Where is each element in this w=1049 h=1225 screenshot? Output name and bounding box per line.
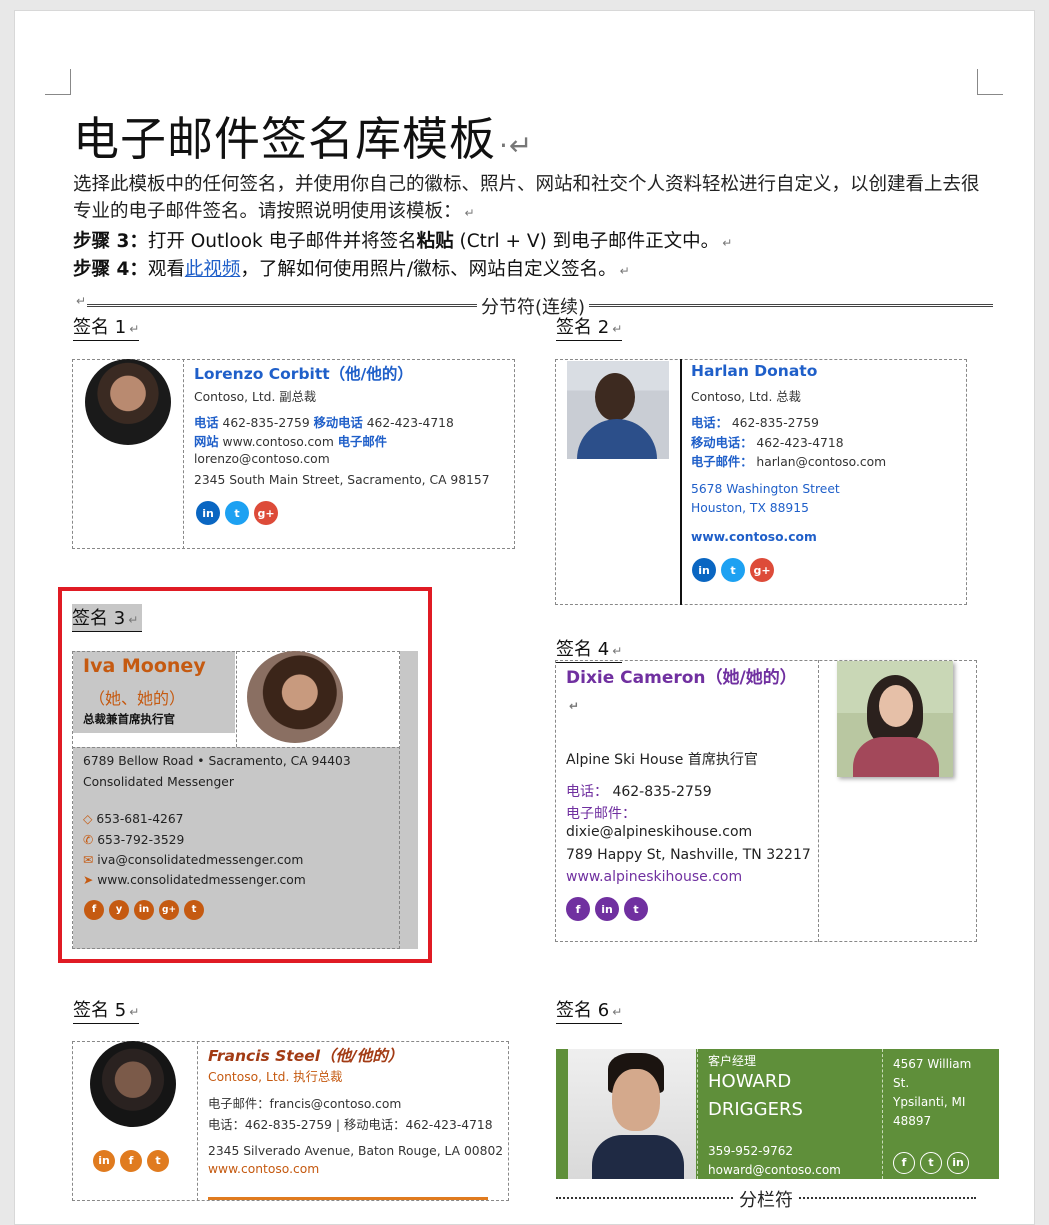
lorenzo-photo: [85, 359, 171, 445]
sig6-address: 4567 William St. Ypsilanti, MI 48897: [893, 1057, 972, 1128]
margin-corner-mark: [977, 69, 1003, 95]
sig4-email-label: 电子邮件：: [566, 806, 636, 822]
twitter-icon[interactable]: t: [721, 558, 745, 582]
twitter-icon[interactable]: t: [147, 1149, 169, 1172]
sig6-role: 客户经理: [708, 1054, 757, 1068]
signature-2-label: 签名 2 ↵: [556, 313, 623, 341]
sig2-website[interactable]: www.contoso.com: [691, 530, 817, 544]
sig6-last-name[interactable]: DRIGGERS: [708, 1099, 803, 1120]
tag-icon: ◇: [83, 812, 97, 826]
harlan-photo: [567, 361, 669, 459]
sig6-first-name[interactable]: HOWARD: [708, 1071, 791, 1092]
sig1-name[interactable]: Lorenzo Corbitt（他/他的）: [194, 362, 413, 384]
linkedin-icon[interactable]: in: [595, 897, 619, 921]
section-break: ↵ 分节符(连续): [73, 293, 993, 319]
sig2-divider: [680, 359, 682, 605]
sig1-address: 2345 South Main Street, Sacramento, CA 9…: [194, 473, 490, 487]
sig5-phones: 电话：462-835-2759 | 移动电话：462-423-4718: [208, 1118, 493, 1132]
linkedin-icon[interactable]: in: [196, 501, 220, 525]
cursor-icon: ➤: [83, 873, 98, 887]
sig3-phone1: ◇ 653-681-4267: [83, 812, 184, 826]
facebook-icon[interactable]: f: [120, 1149, 142, 1172]
sig1-title: Contoso, Ltd. 副总裁: [194, 390, 317, 404]
sig2-social-row: in t g+: [692, 558, 779, 582]
step-3-paragraph[interactable]: 步骤 3：打开 Outlook 电子邮件并将签名粘贴 (Ctrl + V) 到电…: [73, 227, 732, 253]
signature-1-label: 签名 1 ↵: [73, 313, 140, 341]
google-plus-icon[interactable]: g+: [750, 558, 774, 582]
howard-photo: [568, 1049, 696, 1179]
page-title[interactable]: 电子邮件签名库模板 ·↵: [73, 103, 533, 169]
linkedin-icon[interactable]: in: [93, 1149, 115, 1172]
sig4-address: 789 Happy St, Nashville, TN 32217: [566, 847, 811, 863]
signature-5-label: 签名 5 ↵: [73, 996, 140, 1024]
twitter-icon[interactable]: t: [184, 899, 204, 920]
sig4-social-row: f in t: [566, 897, 653, 921]
sig4-title: Alpine Ski House 首席执行官: [566, 752, 758, 768]
sig5-address: 2345 Silverado Avenue, Baton Rouge, LA 0…: [208, 1144, 504, 1158]
sig6-phone: 359-952-9762: [708, 1144, 794, 1158]
sig3-address: 6789 Bellow Road • Sacramento, CA 94403: [83, 754, 351, 768]
sig2-phone: 电话： 462-835-2759: [691, 416, 819, 430]
facebook-icon[interactable]: f: [893, 1151, 915, 1174]
video-link[interactable]: 此视频: [185, 259, 241, 280]
signature-6-label: 签名 6 ↵: [556, 996, 623, 1024]
sig3-website: ➤ www.consolidatedmessenger.com: [83, 873, 306, 887]
step-4-paragraph[interactable]: 步骤 4：观看此视频，了解如何使用照片/徽标、网站自定义签名。 ↵: [73, 255, 630, 281]
sig2-address-line1: 5678 Washington Street: [691, 482, 840, 496]
signature-4-label: 签名 4 ↵: [556, 635, 623, 663]
dixie-photo: [837, 661, 953, 777]
sig3-title: 总裁兼首席执行官: [83, 712, 175, 726]
facebook-icon[interactable]: f: [566, 897, 590, 921]
sig6-social-row: f t in: [893, 1151, 974, 1174]
sig3-email: ✉ iva@consolidatedmessenger.com: [83, 853, 304, 867]
sig1-email[interactable]: lorenzo@contoso.com: [194, 452, 330, 466]
sig5-accent-rule: [208, 1197, 488, 1200]
sig4-website[interactable]: www.alpineskihouse.com: [566, 869, 742, 885]
sig1-social-row: in t g+: [196, 501, 283, 525]
twitter-icon[interactable]: t: [624, 897, 648, 921]
intro-paragraph[interactable]: 选择此模板中的任何签名，并使用你自己的徽标、照片、网站和社交个人资料轻松进行自定…: [73, 171, 985, 227]
twitter-icon[interactable]: t: [920, 1151, 942, 1174]
sig4-email[interactable]: dixie@alpineskihouse.com: [566, 824, 752, 840]
sig3-company: Consolidated Messenger: [83, 775, 234, 789]
phone-icon: ✆: [83, 833, 98, 847]
signature-3-label: 签名 3 ↵: [72, 604, 143, 632]
sig2-mobile: 移动电话： 462-423-4718: [691, 436, 844, 450]
facebook-icon[interactable]: f: [84, 899, 104, 920]
sig1-web-email: 网站 www.contoso.com 电子邮件: [194, 435, 387, 449]
sig3-phone2: ✆ 653-792-3529: [83, 833, 185, 847]
google-plus-icon[interactable]: g+: [254, 501, 278, 525]
sig2-name[interactable]: Harlan Donato: [691, 362, 817, 380]
iva-photo: [247, 651, 343, 743]
envelope-icon: ✉: [83, 853, 98, 867]
sig5-title: Contoso, Ltd. 执行总裁: [208, 1070, 343, 1084]
twitter-icon[interactable]: t: [225, 501, 249, 525]
margin-corner-mark: [45, 69, 71, 95]
sig1-phones: 电话 462-835-2759 移动电话 462-423-4718: [194, 416, 454, 430]
francis-photo: [90, 1041, 176, 1127]
sig5-email: 电子邮件：francis@contoso.com: [208, 1097, 402, 1111]
sig3-social-row: f y in g+ t: [84, 897, 209, 920]
linkedin-icon[interactable]: in: [134, 899, 154, 920]
sig3-pronoun: （她、她的）: [89, 689, 186, 708]
document-page: 电子邮件签名库模板 ·↵ 选择此模板中的任何签名，并使用你自己的徽标、照片、网站和…: [14, 10, 1035, 1225]
sig6-email[interactable]: howard@contoso.com: [708, 1163, 841, 1177]
sig2-title: Contoso, Ltd. 总裁: [691, 390, 801, 404]
sig4-name[interactable]: Dixie Cameron（她/她的）↵: [566, 665, 806, 720]
linkedin-icon[interactable]: in: [692, 558, 716, 582]
sig5-website[interactable]: www.contoso.com: [208, 1162, 319, 1176]
sig5-name[interactable]: Francis Steel（他/他的）: [208, 1044, 403, 1066]
sig3-name[interactable]: Iva Mooney: [83, 655, 206, 677]
google-plus-icon[interactable]: g+: [159, 900, 179, 920]
sig2-address-line2: Houston, TX 88915: [691, 501, 809, 515]
linkedin-icon[interactable]: in: [947, 1151, 969, 1174]
sig4-phone: 电话： 462-835-2759: [566, 784, 712, 800]
column-break: 分栏符: [556, 1186, 976, 1212]
sig2-email: 电子邮件： harlan@contoso.com: [691, 455, 887, 469]
youtube-icon[interactable]: y: [109, 899, 129, 920]
sig5-social-row: in f t: [93, 1149, 174, 1172]
